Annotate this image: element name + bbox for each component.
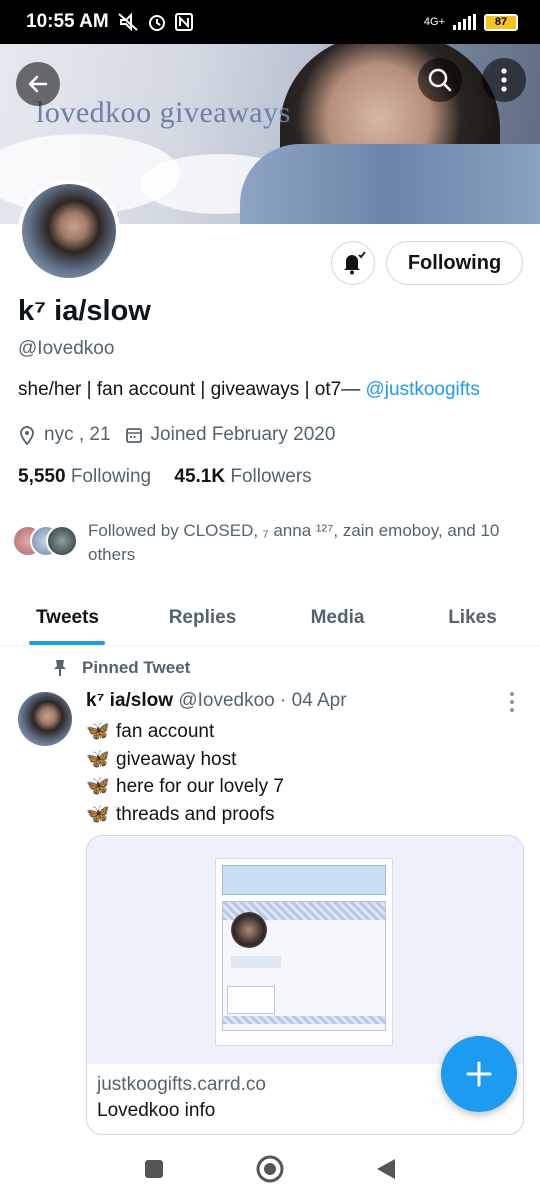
following-count-link[interactable]: 5,550 Following — [18, 466, 151, 487]
more-dot-icon — [510, 700, 514, 704]
arrow-left-icon — [28, 75, 48, 93]
back-triangle-icon[interactable] — [375, 1157, 397, 1181]
tweet-author-name[interactable]: k⁷ ia/slow — [86, 690, 173, 711]
tweet-line: 🦋 here for our lovely 7 — [86, 773, 284, 801]
status-bar: 10:55 AM 4G+ 87 — [0, 0, 540, 44]
followers-count: 45.1K — [174, 466, 226, 487]
butterfly-icon: 🦋 — [86, 776, 110, 797]
signal-icon — [453, 14, 476, 30]
more-dot-icon — [510, 708, 514, 712]
location-icon — [20, 426, 34, 445]
tweet-author-avatar[interactable] — [18, 692, 72, 746]
profile-location: nyc , 21 — [44, 424, 111, 445]
following-count: 5,550 — [18, 466, 66, 487]
search-button[interactable] — [418, 58, 462, 102]
butterfly-icon: 🦋 — [86, 748, 110, 770]
tweet-separator: · — [280, 690, 287, 711]
tweet-header: k⁷ ia/slow @Iovedkoo · 04 Apr — [86, 690, 347, 712]
bio-text: she/her | fan account | giveaways | ot7— — [18, 379, 366, 400]
butterfly-icon: 🦋 — [86, 721, 110, 742]
battery-icon: 87 — [484, 13, 518, 31]
tab-media[interactable]: Media — [270, 590, 405, 645]
compose-tweet-button[interactable] — [441, 1036, 517, 1112]
search-icon — [428, 68, 452, 92]
tweet-line-text: giveaway host — [116, 748, 237, 770]
pinned-label: Pinned Tweet — [52, 658, 190, 678]
profile-meta: nyc , 21 Joined February 2020 — [18, 424, 335, 446]
link-card-image — [87, 836, 523, 1064]
tweet-line: 🦋 giveaway host — [86, 746, 284, 774]
tweet-line: 🦋 threads and proofs — [86, 801, 284, 829]
tweet-line-text: here for our lovely 7 — [116, 776, 284, 797]
tweet-line-text: fan account — [116, 721, 215, 742]
plus-icon — [466, 1061, 492, 1087]
recents-square-icon[interactable] — [143, 1158, 165, 1180]
status-time: 10:55 AM — [26, 11, 109, 32]
butterfly-icon: 🦋 — [86, 803, 110, 825]
followers-count-link[interactable]: 45.1K Followers — [174, 466, 311, 487]
profile-name: k⁷ ia/slow — [18, 295, 151, 327]
tweet-line: 🦋 fan account — [86, 718, 284, 746]
calendar-icon — [125, 428, 142, 443]
banner-text: lovedkoo giveaways — [36, 96, 291, 129]
link-card-title: Lovedkoo info — [97, 1100, 216, 1121]
tab-tweets[interactable]: Tweets — [0, 590, 135, 645]
nfc-icon — [174, 13, 193, 31]
bio-mention-link[interactable]: @justkoogifts — [366, 379, 480, 400]
more-dot-icon — [510, 692, 514, 696]
following-button[interactable]: Following — [386, 241, 523, 285]
followed-by-avatars — [12, 525, 78, 561]
pinned-text: Pinned Tweet — [82, 658, 191, 677]
home-circle-icon[interactable] — [255, 1154, 285, 1184]
tab-replies[interactable]: Replies — [135, 590, 270, 645]
profile-avatar[interactable] — [18, 180, 120, 282]
more-vertical-icon — [501, 68, 507, 92]
following-label: Following — [70, 466, 152, 487]
profile-bio: she/her | fan account | giveaways | ot7—… — [18, 379, 480, 401]
tweet-date[interactable]: 04 Apr — [292, 690, 347, 711]
tweet-line-text: threads and proofs — [116, 803, 275, 825]
followed-by-text: Followed by CLOSED, ₇ anna ¹²⁷, zain emo… — [88, 521, 500, 564]
system-nav-bar — [0, 1138, 540, 1200]
followers-label: Followers — [230, 466, 312, 487]
follower-avatar — [46, 525, 78, 557]
back-button[interactable] — [16, 62, 60, 106]
alarm-icon — [148, 15, 165, 31]
tweet-text: 🦋 fan account 🦋 giveaway host 🦋 here for ou… — [86, 718, 284, 828]
pin-icon — [54, 660, 66, 676]
profile-counts: 5,550 Following 45.1K Followers — [18, 466, 312, 488]
profile-joined: Joined February 2020 — [150, 424, 336, 445]
followed-by[interactable]: Followed by CLOSED, ₇ anna ¹²⁷, zain emo… — [12, 519, 528, 567]
website-preview-thumbnail — [215, 858, 393, 1046]
network-label: 4G+ — [423, 16, 445, 28]
notifications-button[interactable] — [331, 241, 375, 285]
tweet-author-handle[interactable]: @Iovedkoo — [178, 690, 274, 711]
more-button[interactable] — [482, 58, 526, 102]
profile-handle: @Iovedkoo — [18, 338, 115, 359]
mute-icon — [118, 12, 138, 32]
tweet-more-button[interactable] — [506, 692, 518, 712]
bell-check-icon — [344, 251, 366, 275]
tab-likes[interactable]: Likes — [405, 590, 540, 645]
profile-tabs: Tweets Replies Media Likes — [0, 590, 540, 646]
